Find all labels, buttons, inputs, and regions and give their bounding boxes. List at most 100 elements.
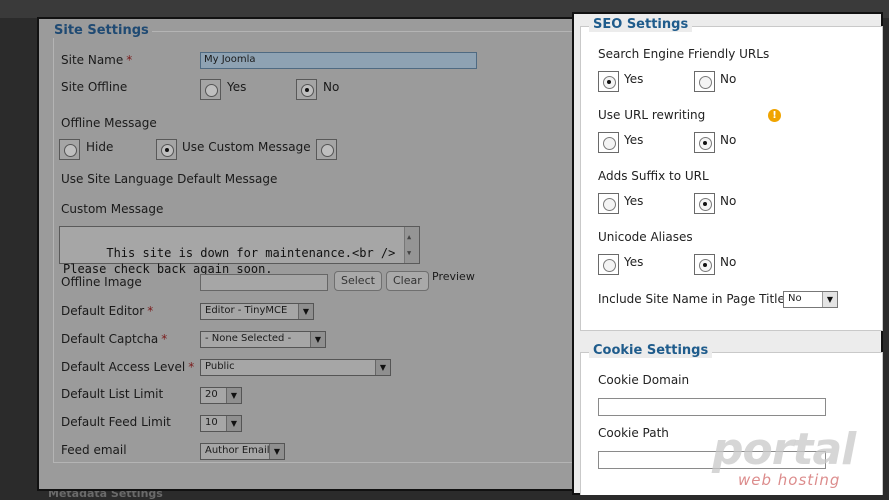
offline-message-hide-radio[interactable] (59, 139, 80, 160)
chevron-down-icon[interactable]: ▼ (226, 416, 241, 431)
site-settings-panel: Site Settings Site Name * My Joomla Site … (37, 17, 593, 491)
site-settings-legend: Site Settings (51, 23, 152, 38)
seo-settings-legend: SEO Settings (589, 17, 693, 32)
offline-image-label: Offline Image (61, 275, 142, 289)
default-feed-limit-row: Default Feed Limit (61, 415, 171, 429)
chevron-down-icon[interactable]: ▼ (310, 332, 325, 347)
offline-image-row: Offline Image (61, 275, 142, 289)
sef-urls-label: Search Engine Friendly URLs (598, 47, 770, 61)
custom-message-textarea[interactable]: This site is down for maintenance.<br />… (59, 226, 420, 276)
cookie-domain-label: Cookie Domain (598, 373, 690, 387)
offline-image-input[interactable] (200, 274, 328, 291)
required-marker: * (147, 304, 154, 318)
use-site-language-row: Use Site Language Default Message (61, 172, 277, 186)
custom-message-label: Custom Message (61, 202, 164, 216)
site-offline-row: Site Offline (61, 80, 127, 94)
required-marker: * (188, 360, 195, 374)
default-captcha-value: - None Selected - (205, 333, 292, 344)
suffix-yes-radio[interactable] (598, 193, 619, 214)
sef-urls-yes-radio[interactable] (598, 71, 619, 92)
watermark-subtitle: web hosting (738, 471, 841, 489)
site-name-input[interactable]: My Joomla (200, 52, 477, 69)
suffix-no-radio[interactable] (694, 193, 715, 214)
chevron-down-icon[interactable]: ▼ (269, 444, 284, 459)
site-offline-label: Site Offline (61, 80, 128, 94)
seo-cookie-panel: SEO Settings Search Engine Friendly URLs… (572, 12, 883, 495)
required-marker: * (161, 332, 168, 346)
feed-email-row: Feed email (61, 443, 127, 457)
unicode-yes-label: Yes (624, 255, 644, 269)
default-access-level-value: Public (205, 361, 235, 372)
cookie-path-label: Cookie Path (598, 426, 669, 440)
portal-watermark-logo: portal web hosting (712, 428, 862, 490)
default-list-limit-row: Default List Limit (61, 387, 163, 401)
arrow-down-icon[interactable]: ▼ (407, 245, 411, 261)
default-access-level-label: Default Access Level (61, 360, 186, 374)
offline-message-custom-radio[interactable] (156, 139, 177, 160)
custom-message-row: Custom Message (61, 202, 163, 216)
site-offline-yes-radio[interactable] (200, 79, 221, 100)
site-name-label: Site Name (61, 53, 124, 67)
default-list-limit-label: Default List Limit (61, 387, 164, 401)
use-site-language-label: Use Site Language Default Message (61, 172, 278, 186)
default-access-level-select[interactable]: Public ▼ (200, 359, 391, 376)
preview-label: Preview (432, 270, 475, 283)
required-marker: * (126, 53, 133, 67)
unicode-aliases-label: Unicode Aliases (598, 230, 693, 244)
default-list-limit-select[interactable]: 20 ▼ (200, 387, 242, 404)
default-captcha-row: Default Captcha * (61, 332, 167, 346)
url-rewriting-no-radio[interactable] (694, 132, 715, 153)
default-editor-value: Editor - TinyMCE (205, 305, 288, 316)
chevron-down-icon[interactable]: ▼ (298, 304, 313, 319)
arrow-up-icon[interactable]: ▲ (407, 229, 411, 245)
offline-message-hide-label: Hide (86, 140, 114, 154)
unicode-no-label: No (720, 255, 737, 269)
site-offline-yes-label: Yes (227, 80, 247, 94)
default-feed-limit-value: 10 (205, 417, 218, 428)
offline-message-label: Offline Message (61, 116, 157, 130)
url-rewriting-label: Use URL rewriting (598, 108, 706, 122)
sef-urls-yes-label: Yes (624, 72, 644, 86)
chevron-down-icon[interactable]: ▼ (822, 292, 837, 307)
site-name-row: Site Name * (61, 53, 132, 67)
feed-email-value: Author Email (205, 445, 270, 456)
default-editor-select[interactable]: Editor - TinyMCE ▼ (200, 303, 314, 320)
offline-message-row: Offline Message (61, 116, 157, 130)
screen: Metadata Settings Site Settings Site Nam… (0, 0, 889, 500)
select-button[interactable]: Select (334, 271, 382, 291)
site-offline-no-label: No (323, 80, 340, 94)
default-access-level-row: Default Access Level * (61, 360, 194, 374)
site-name-in-titles-value: No (788, 293, 802, 304)
default-list-limit-value: 20 (205, 389, 218, 400)
sef-urls-no-label: No (720, 72, 737, 86)
feed-email-label: Feed email (61, 443, 127, 457)
url-rewriting-yes-label: Yes (624, 133, 644, 147)
textarea-scrollbar[interactable]: ▲ ▼ (404, 227, 419, 263)
suffix-no-label: No (720, 194, 737, 208)
suffix-label: Adds Suffix to URL (598, 169, 709, 183)
cookie-settings-legend: Cookie Settings (589, 343, 713, 358)
chevron-down-icon[interactable]: ▼ (226, 388, 241, 403)
unicode-no-radio[interactable] (694, 254, 715, 275)
default-captcha-select[interactable]: - None Selected - ▼ (200, 331, 326, 348)
site-name-in-titles-select[interactable]: No ▼ (783, 291, 838, 308)
default-captcha-label: Default Captcha (61, 332, 159, 346)
clear-button[interactable]: Clear (386, 271, 429, 291)
default-editor-row: Default Editor * (61, 304, 153, 318)
default-feed-limit-label: Default Feed Limit (61, 415, 171, 429)
site-name-in-titles-label: Include Site Name in Page Titles (598, 292, 792, 306)
seo-settings-fieldset: SEO Settings Search Engine Friendly URLs… (580, 17, 883, 331)
url-rewriting-no-label: No (720, 133, 737, 147)
feed-email-select[interactable]: Author Email ▼ (200, 443, 285, 460)
unicode-yes-radio[interactable] (598, 254, 619, 275)
sef-urls-no-radio[interactable] (694, 71, 715, 92)
warning-icon: ! (768, 109, 781, 122)
default-feed-limit-select[interactable]: 10 ▼ (200, 415, 242, 432)
chevron-down-icon[interactable]: ▼ (375, 360, 390, 375)
site-offline-no-radio[interactable] (296, 79, 317, 100)
default-editor-label: Default Editor (61, 304, 145, 318)
cookie-domain-input[interactable] (598, 398, 826, 416)
offline-message-language-radio[interactable] (316, 139, 337, 160)
suffix-yes-label: Yes (624, 194, 644, 208)
url-rewriting-yes-radio[interactable] (598, 132, 619, 153)
